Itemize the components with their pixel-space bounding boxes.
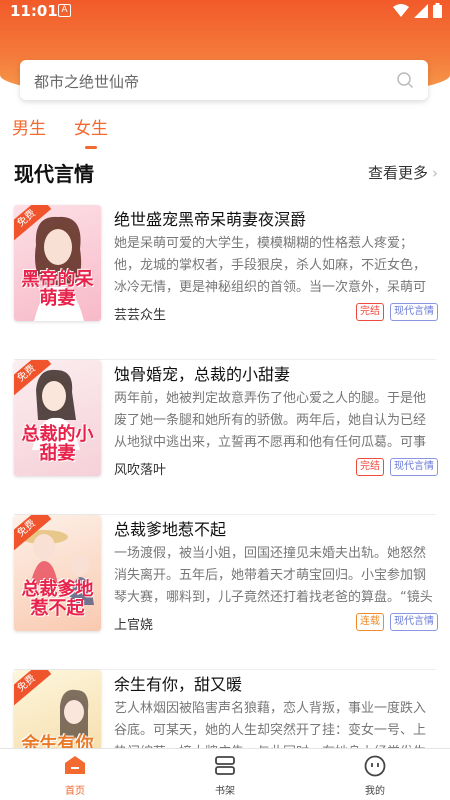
nav-bookshelf-label: 书架 [215,786,235,797]
signal-icon [414,3,428,18]
view-more-link[interactable]: 查看更多 › [368,162,438,183]
book-title[interactable]: 绝世盛宠黑帝呆萌妻夜溟爵 [114,206,306,230]
cover-title: 总裁的小甜妻 [21,424,94,465]
book-cover[interactable]: 免费 总裁的小甜妻 [14,360,101,476]
bookshelf-icon [215,756,235,775]
book-author: 芸芸众生 [114,308,167,323]
view-more-label: 查看更多 [367,164,428,182]
status-badge: 完结 [356,303,384,321]
status-bar: 11:01 A [0,0,450,22]
search-placeholder: 都市之绝世仙帝 [34,73,140,91]
category-badge: 现代言情 [390,303,438,321]
book-author: 风吹落叶 [114,463,167,478]
tab-male-label: 男生 [12,119,46,139]
book-cover[interactable]: 免费 黑帝的呆萌妻 [14,205,101,321]
category-badge: 现代言情 [390,613,438,631]
home-icon [65,756,85,774]
book-description: 她是呆萌可爱的大学生，模模糊糊的性格惹人疼爱；他，龙城的掌权者，手段狠戾，杀人如… [114,236,427,295]
book-item[interactable]: 免费 总裁爹地惹不起 总裁爹地惹不起 一场渡假，被当小姐，回国还撞见未婚夫出轨。… [0,510,450,670]
gender-tabs: 男生 女生 [12,114,108,149]
status-badge: 连载 [356,613,384,631]
status-badge: 完结 [356,458,384,476]
notification-icon: A [58,4,71,17]
nav-profile[interactable]: 我的 [300,749,450,800]
section-header: 现代言情 查看更多 › [14,158,438,188]
book-tags: 完结 现代言情 [356,303,438,321]
cover-title: 黑帝的呆萌妻 [21,269,94,310]
nav-home[interactable]: 首页 [0,749,150,800]
nav-profile-label: 我的 [365,786,385,797]
book-description: 一场渡假，被当小姐，回国还撞见未婚夫出轨。她怒然消失离开。五年后，她带着天才萌宝… [114,546,433,605]
nav-bookshelf[interactable]: 书架 [150,749,300,800]
book-title[interactable]: 蚀骨婚宠，总裁的小甜妻 [114,361,290,385]
nav-home-label: 首页 [65,786,85,797]
category-badge: 现代言情 [390,458,438,476]
book-title[interactable]: 余生有你，甜又暖 [114,671,242,695]
book-author: 上官娆 [114,618,154,633]
search-input[interactable]: 都市之绝世仙帝 [20,60,428,100]
wifi-icon [393,3,409,17]
book-item[interactable]: 免费 总裁的小甜妻 蚀骨婚宠，总裁的小甜妻 两年前，她被判定故意弄伤了他心爱之人… [0,355,450,515]
chevron-right-icon: › [432,164,438,182]
book-tags: 连载 现代言情 [356,613,438,631]
status-icons [393,3,442,18]
search-icon[interactable] [396,71,414,89]
book-cover[interactable]: 免费 总裁爹地惹不起 [14,515,101,631]
profile-icon [364,755,386,777]
section-title: 现代言情 [14,162,94,186]
book-title[interactable]: 总裁爹地惹不起 [114,516,226,540]
book-description: 两年前，她被判定故意弄伤了他心爱之人的腿。于是他废了她一条腿和她所有的骄傲。两年… [114,391,427,450]
active-tab-indicator [85,146,97,149]
cover-title: 总裁爹地惹不起 [21,579,94,620]
bottom-nav: 首页 书架 我的 [0,748,450,800]
tab-female-label: 女生 [74,119,108,139]
battery-icon [433,3,442,18]
book-tags: 完结 现代言情 [356,458,438,476]
tab-female[interactable]: 女生 [74,114,108,149]
tab-male[interactable]: 男生 [12,114,46,149]
book-item[interactable]: 免费 黑帝的呆萌妻 绝世盛宠黑帝呆萌妻夜溟爵 她是呆萌可爱的大学生，模模糊糊的性… [0,200,450,360]
status-time: 11:01 [10,2,58,20]
